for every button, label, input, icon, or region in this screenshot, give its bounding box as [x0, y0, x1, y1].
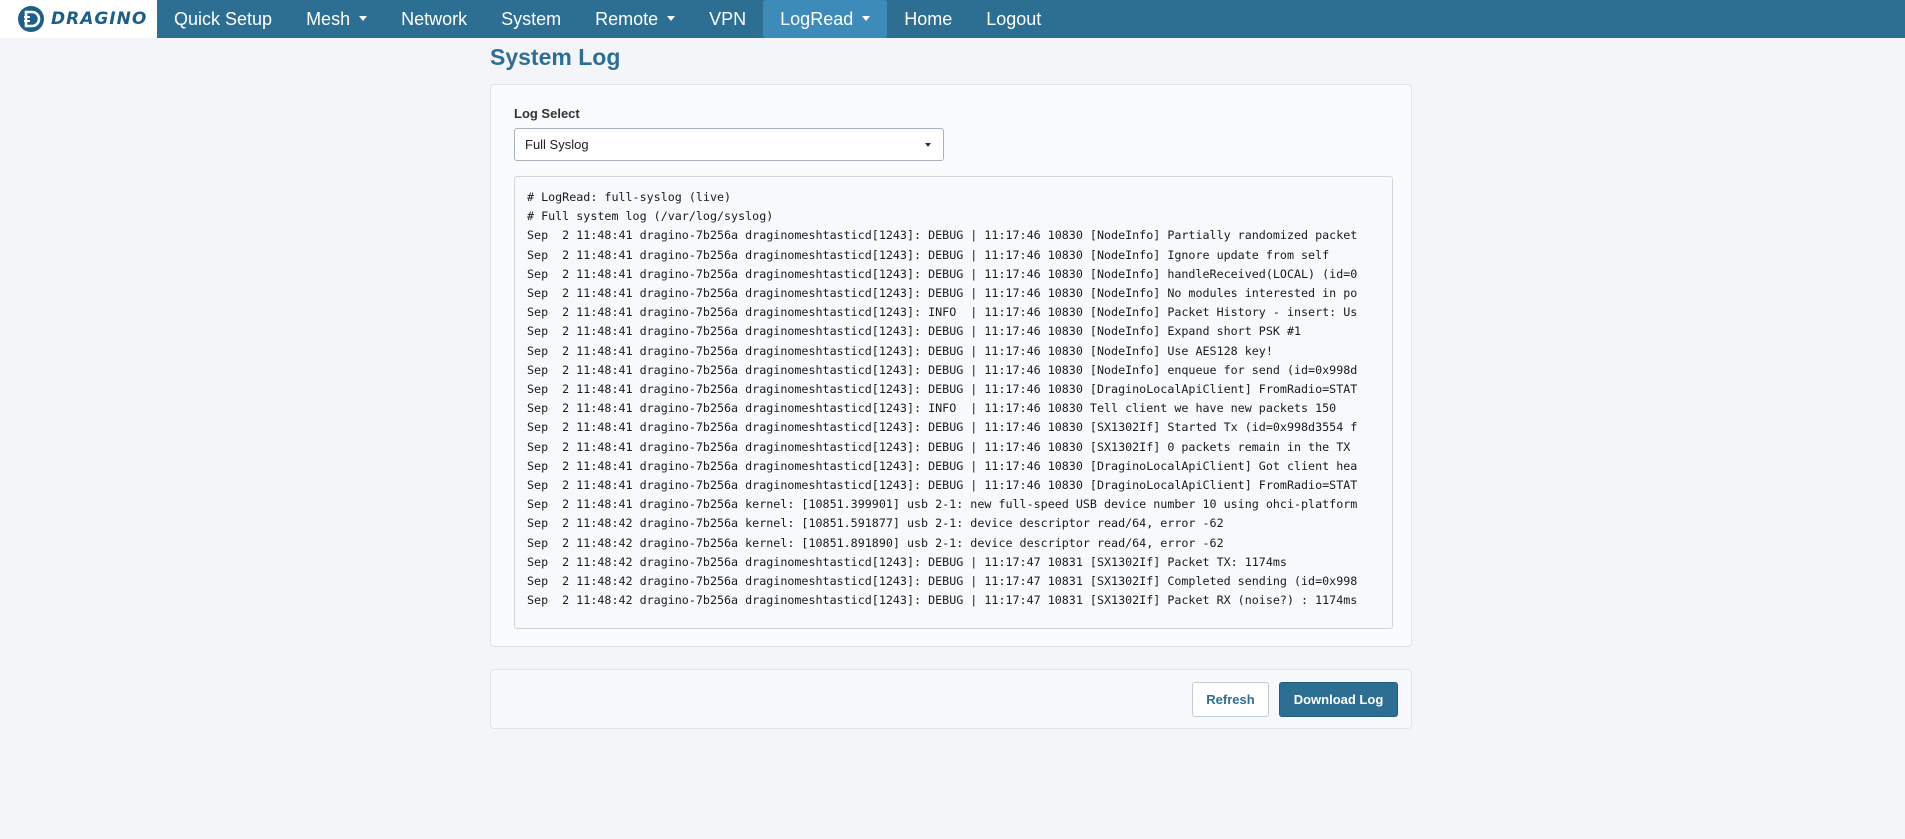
page-title: System Log	[490, 44, 621, 70]
chevron-down-icon	[667, 15, 676, 21]
nav-item-label: LogRead	[780, 8, 854, 29]
log-line: Sep 2 11:48:41 dragino-7b256a kernel: [1…	[527, 497, 1358, 512]
main-nav: Quick Setup Mesh Network System Remote VPN Log…	[157, 0, 1058, 38]
dragino-logo-icon	[18, 6, 44, 32]
top-navbar: DRAGINO Quick Setup Mesh Network System Remo…	[0, 0, 1905, 38]
nav-item-label: Remote	[595, 8, 659, 29]
log-select-value: Full Syslog	[525, 137, 589, 152]
nav-item-remote[interactable]: Remote	[578, 0, 692, 38]
nav-item-network[interactable]: Network	[384, 0, 484, 38]
nav-item-system[interactable]: System	[484, 0, 578, 38]
log-line: Sep 2 11:48:41 dragino-7b256a draginomes…	[527, 286, 1358, 301]
log-line: Sep 2 11:48:42 dragino-7b256a draginomes…	[527, 593, 1358, 608]
log-line: Sep 2 11:48:41 dragino-7b256a draginomes…	[527, 324, 1302, 339]
nav-item-mesh[interactable]: Mesh	[289, 0, 384, 38]
log-line: Sep 2 11:48:41 dragino-7b256a draginomes…	[527, 420, 1358, 435]
log-line: Sep 2 11:48:42 dragino-7b256a kernel: [1…	[527, 516, 1224, 531]
action-bar: Refresh Download Log	[490, 669, 1412, 729]
log-line: Sep 2 11:48:41 dragino-7b256a draginomes…	[527, 228, 1358, 243]
log-line: Sep 2 11:48:41 dragino-7b256a draginomes…	[527, 401, 1337, 416]
chevron-down-icon	[862, 15, 871, 21]
log-line: # LogRead: full-syslog (live)	[527, 190, 732, 204]
refresh-button[interactable]: Refresh	[1192, 682, 1269, 717]
nav-item-vpn[interactable]: VPN	[692, 0, 763, 38]
log-line: Sep 2 11:48:42 dragino-7b256a draginomes…	[527, 574, 1358, 589]
nav-item-home[interactable]: Home	[887, 0, 969, 38]
nav-item-label: Quick Setup	[174, 8, 273, 29]
brand-name: DRAGINO	[51, 9, 148, 29]
nav-item-label: Network	[401, 8, 468, 29]
log-line: Sep 2 11:48:41 dragino-7b256a draginomes…	[527, 305, 1358, 320]
log-panel: Log Select Full Syslog # LogRead: full-s…	[490, 84, 1412, 647]
log-line: Sep 2 11:48:41 dragino-7b256a draginomes…	[527, 362, 1358, 377]
log-select-dropdown[interactable]: Full Syslog	[514, 128, 944, 161]
nav-item-label: VPN	[709, 8, 747, 29]
nav-item-label: Home	[904, 8, 953, 29]
log-line: Sep 2 11:48:41 dragino-7b256a draginomes…	[527, 247, 1330, 262]
log-output[interactable]: # LogRead: full-syslog (live) # Full syst…	[514, 176, 1393, 629]
download-log-button[interactable]: Download Log	[1279, 682, 1398, 717]
log-line: Sep 2 11:48:41 dragino-7b256a draginomes…	[527, 343, 1273, 358]
nav-item-label: System	[501, 8, 562, 29]
log-line: Sep 2 11:48:42 dragino-7b256a draginomes…	[527, 554, 1287, 569]
log-line: Sep 2 11:48:42 dragino-7b256a kernel: [1…	[527, 535, 1224, 550]
log-line: Sep 2 11:48:41 dragino-7b256a draginomes…	[527, 458, 1358, 473]
chevron-down-icon	[359, 15, 368, 21]
log-line: # Full system log (/var/log/syslog)	[527, 209, 774, 224]
chevron-down-icon	[925, 143, 931, 147]
nav-item-logout[interactable]: Logout	[969, 0, 1058, 38]
nav-item-label: Logout	[986, 8, 1042, 29]
nav-item-label: Mesh	[306, 8, 351, 29]
log-select-label: Log Select	[514, 106, 580, 121]
brand-logo[interactable]: DRAGINO	[0, 0, 157, 38]
nav-item-quick-setup[interactable]: Quick Setup	[157, 0, 289, 38]
log-line: Sep 2 11:48:41 dragino-7b256a draginomes…	[527, 266, 1358, 281]
log-line: Sep 2 11:48:41 dragino-7b256a draginomes…	[527, 478, 1358, 493]
log-line: Sep 2 11:48:41 dragino-7b256a draginomes…	[527, 439, 1351, 454]
log-line: Sep 2 11:48:41 dragino-7b256a draginomes…	[527, 382, 1358, 397]
nav-item-logread[interactable]: LogRead	[763, 0, 888, 38]
